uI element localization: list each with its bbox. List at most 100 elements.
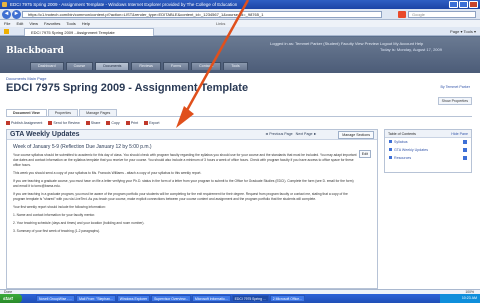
menu-view[interactable]: View — [29, 20, 38, 27]
forward-arrow-icon[interactable]: ► — [12, 10, 21, 19]
toc-item-label: GTA Weekly Updates — [394, 148, 429, 152]
close-button[interactable] — [469, 1, 478, 8]
blackboard-header: Blackboard Logged in as: Temmet Parker (… — [0, 37, 480, 73]
document-subtabs: Document View Properties Manage Pages — [6, 109, 118, 116]
date-line: Today is: Monday, August 17, 2009 — [380, 47, 442, 52]
toc-item-resources[interactable]: Resources — [385, 154, 471, 162]
task-button[interactable]: Windows Explorer — [116, 295, 151, 302]
share-label: Share — [90, 121, 101, 125]
command-bar[interactable]: Page ▾ Tools ▾ — [450, 28, 476, 35]
share-button[interactable]: Share — [85, 121, 101, 125]
previous-page-link[interactable]: ◄ Previous Page — [265, 132, 293, 136]
show-properties-button[interactable]: Show Properties — [437, 97, 472, 105]
toc-item-gta-weekly-updates[interactable]: GTA Weekly Updates — [385, 146, 471, 154]
taskbar: start Novell GroupWise - ... Mail From: … — [0, 294, 480, 303]
subtab-divider — [6, 116, 472, 117]
manage-sections-button[interactable]: Manage Sections — [338, 131, 374, 139]
panel-header: GTA Weekly Updates ◄ Previous Page Next … — [7, 130, 377, 140]
menu-bar: File Edit View Favorites Tools Help Link… — [0, 20, 480, 27]
publish-assignment-button[interactable]: Publish Assignment — [6, 121, 42, 125]
send-icon — [48, 121, 53, 125]
document-toolbar: Publish Assignment Send for Review Share… — [6, 121, 160, 125]
copy-label: Copy — [111, 121, 120, 125]
task-button[interactable]: Novell GroupWise - ... — [36, 295, 76, 302]
blackboard-logo: Blackboard — [6, 46, 64, 56]
paragraph: If you are teaching in a graduate progra… — [13, 192, 348, 201]
list-item: 3. Summary of your first week of teachin… — [13, 229, 101, 233]
links-toolbar[interactable]: Links — [216, 20, 225, 27]
window-title: EDCI 7975 Spring 2009 - Assignment Templ… — [10, 2, 238, 7]
hide-pane-link[interactable]: Hide Pane — [451, 130, 471, 138]
print-button[interactable]: Print — [125, 121, 139, 125]
nav-documents[interactable]: Documents — [95, 62, 130, 70]
export-label: Export — [149, 121, 160, 125]
send-label: Send for Review — [53, 121, 80, 125]
maximize-button[interactable] — [459, 1, 468, 8]
next-page-link[interactable]: Next Page ► — [296, 132, 317, 136]
nav-forms[interactable]: Forms — [162, 62, 190, 70]
copy-button[interactable]: Copy — [106, 121, 120, 125]
copy-icon — [106, 121, 111, 125]
system-tray-clock[interactable]: 10:23 AM — [440, 294, 480, 303]
toc-item-label: Syllabus — [394, 140, 408, 144]
task-button[interactable]: 2 Microsoft Office... — [269, 295, 305, 302]
author-link[interactable]: By Temmet Parker — [441, 85, 471, 89]
toc-item-syllabus[interactable]: Syllabus — [385, 138, 471, 146]
breadcrumb[interactable]: Documents Main Page — [6, 76, 46, 81]
print-label: Print — [130, 121, 139, 125]
menu-file[interactable]: File — [4, 20, 10, 27]
content-panel: GTA Weekly Updates ◄ Previous Page Next … — [6, 129, 378, 289]
task-button[interactable]: Microsoft Informatio... — [192, 295, 231, 302]
back-arrow-icon[interactable]: ◄ — [2, 10, 11, 19]
send-for-review-button[interactable]: Send for Review — [48, 121, 80, 125]
bullet-icon — [389, 140, 392, 143]
page-navigation: ◄ Previous Page Next Page ► — [265, 132, 317, 136]
paragraph: If you are teaching a graduate course, y… — [13, 179, 354, 188]
search-provider-icon[interactable] — [398, 11, 406, 18]
tab-properties[interactable]: Properties — [47, 109, 79, 116]
status-icon — [463, 156, 467, 160]
user-links[interactable]: Logged in as: Temmet Parker (Student) Fa… — [270, 41, 423, 46]
edit-button[interactable]: Edit — [358, 150, 371, 158]
tab-document-view[interactable]: Document View — [6, 109, 47, 116]
nav-reviews[interactable]: Reviews — [131, 62, 161, 70]
minimize-button[interactable] — [449, 1, 458, 8]
browser-tab[interactable]: EDCI 7975 Spring 2009 - Assignment Templ… — [24, 28, 154, 36]
menu-edit[interactable]: Edit — [16, 20, 23, 27]
bullet-icon — [389, 156, 392, 159]
search-input[interactable]: Google — [408, 11, 476, 18]
nav-dashboard[interactable]: Dashboard — [30, 62, 64, 70]
window-controls — [449, 1, 478, 8]
publish-icon — [6, 121, 10, 125]
task-button[interactable]: Supervisor Overview... — [151, 295, 192, 302]
toc-heading: Table of Contents — [388, 132, 416, 136]
favorites-star-icon[interactable] — [4, 29, 9, 34]
nav-course[interactable]: Course — [65, 62, 94, 70]
list-item: 1. Name and contact information for your… — [13, 213, 96, 217]
address-bar[interactable]: https://c1.tnotech.com/bin/common/conten… — [22, 11, 382, 18]
tab-manage-pages[interactable]: Manage Pages — [79, 109, 118, 116]
menu-tools[interactable]: Tools — [66, 20, 75, 27]
export-button[interactable]: Export — [144, 121, 160, 125]
section-body: Week of January 5-9 (Reflection Due Janu… — [13, 145, 358, 237]
task-list: Novell GroupWise - ... Mail From: "Steph… — [36, 295, 305, 302]
start-button[interactable]: start — [0, 294, 22, 303]
task-button-active[interactable]: EDCI 7975 Spring ... — [231, 295, 269, 302]
status-icon — [463, 140, 467, 144]
task-button[interactable]: Mail From: "Stephan... — [76, 295, 116, 302]
paragraph: Your first weekly report should include … — [13, 205, 106, 209]
section-heading: GTA Weekly Updates — [10, 131, 80, 138]
nav-contacts[interactable]: Contacts — [191, 62, 222, 70]
paragraph: This week you should send a copy of your… — [13, 171, 202, 175]
toc-item-label: Resources — [394, 156, 412, 160]
publish-label: Publish Assignment — [11, 121, 43, 125]
list-item: 2. Your teaching schedule (days and time… — [13, 221, 145, 225]
main-content: Documents Main Page EDCI 7975 Spring 200… — [0, 73, 480, 289]
bullet-icon — [389, 148, 392, 151]
tab-row: EDCI 7975 Spring 2009 - Assignment Templ… — [0, 27, 480, 36]
window-title-bar: EDCI 7975 Spring 2009 - Assignment Templ… — [0, 0, 480, 9]
nav-tools[interactable]: Tools — [223, 62, 248, 70]
menu-favorites[interactable]: Favorites — [44, 20, 60, 27]
menu-help[interactable]: Help — [82, 20, 90, 27]
paragraph: Your course syllabus should be submitted… — [13, 153, 357, 167]
